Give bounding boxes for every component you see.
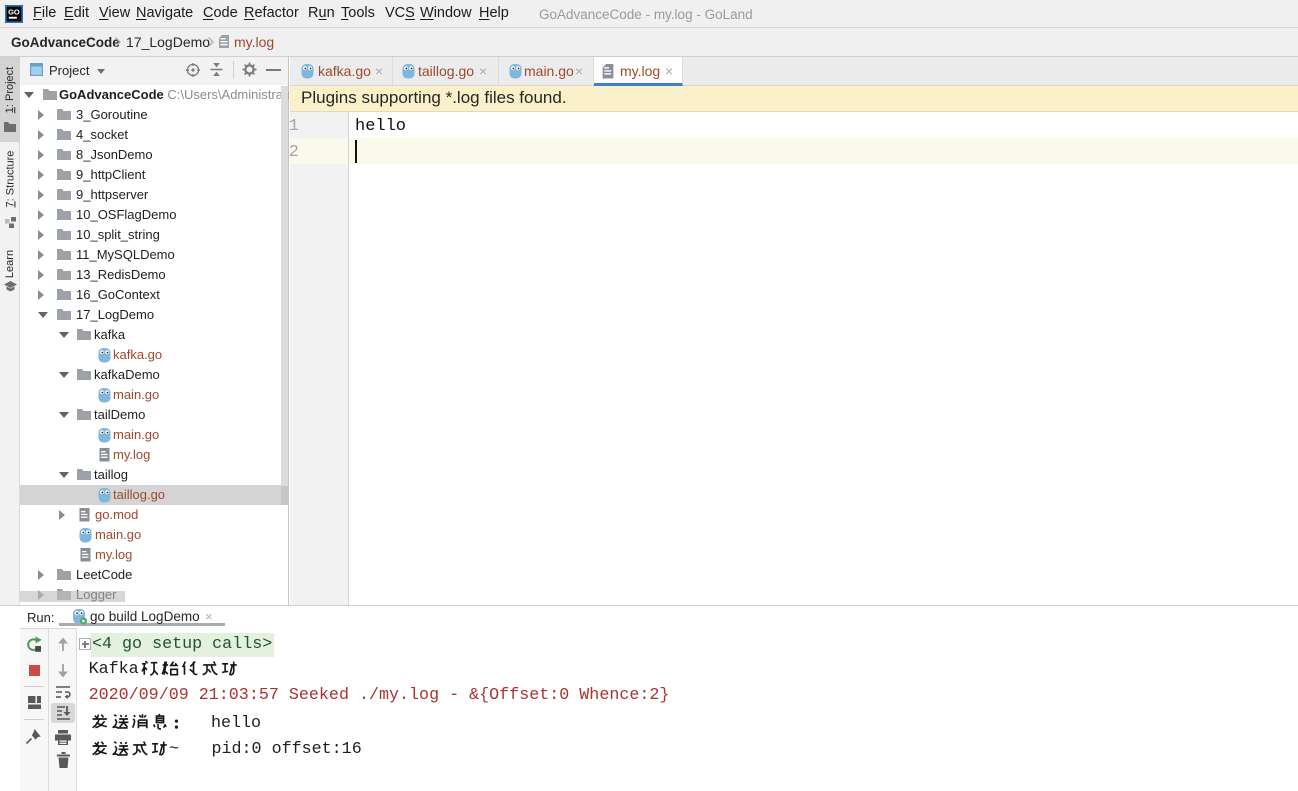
svg-text:GO: GO: [8, 7, 20, 16]
